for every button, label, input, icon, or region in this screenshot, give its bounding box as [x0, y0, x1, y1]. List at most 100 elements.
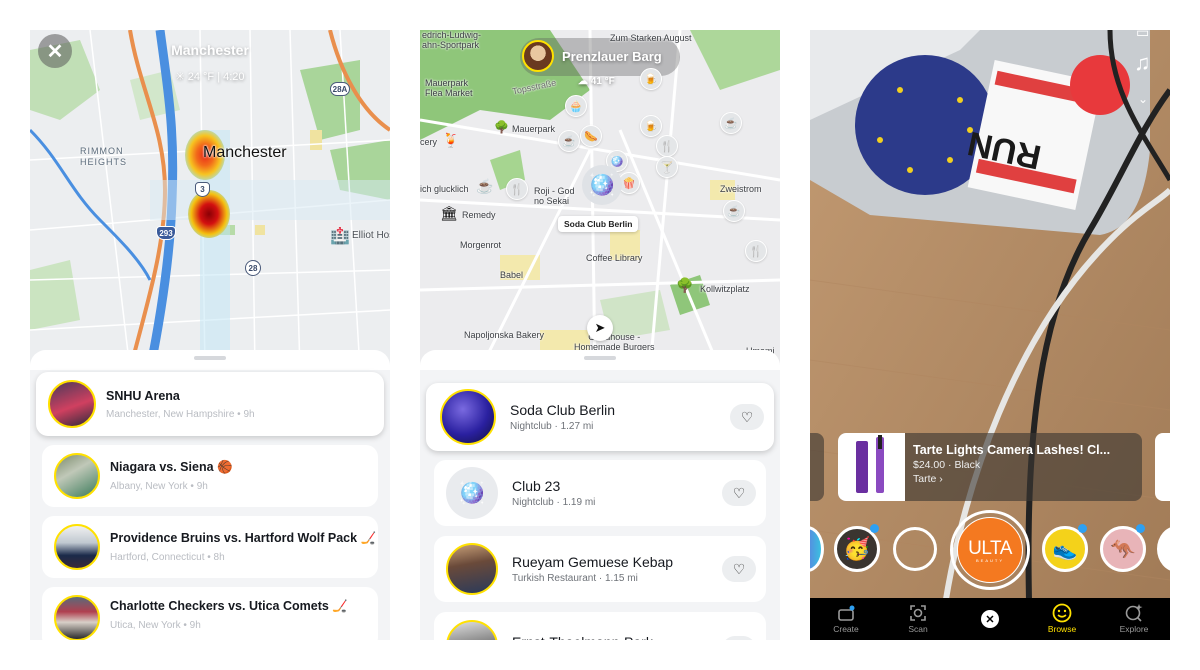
- camera-flip-icon[interactable]: ▭: [1136, 30, 1149, 41]
- selected-place-label[interactable]: Soda Club Berlin: [558, 216, 639, 232]
- favorite-button[interactable]: ♡: [730, 404, 764, 430]
- product-card-prev[interactable]: [810, 433, 824, 501]
- route-shield-3: 3: [195, 182, 210, 197]
- beer-poi-icon[interactable]: 🍺: [640, 68, 662, 90]
- results-sheet: SNHU Arena Manchester, New Hampshire • 9…: [30, 350, 390, 640]
- notification-dot: [870, 524, 879, 533]
- coffee-poi-icon[interactable]: ☕: [558, 130, 580, 152]
- product-brand-link[interactable]: Tarte ›: [913, 473, 1110, 485]
- map-view[interactable]: Prenzlauer Barg ☁ 41 °F edrich-Ludwig- a…: [420, 30, 780, 370]
- tab-browse[interactable]: Browse: [1026, 598, 1098, 640]
- heatmap-hotspot: [188, 190, 230, 238]
- route-shield-293: 293: [156, 226, 176, 240]
- product-title: Tarte Lights Camera Lashes! Cl...: [913, 443, 1111, 457]
- ulta-logo: ULTA: [968, 537, 1012, 559]
- heart-icon: ♡: [732, 484, 746, 501]
- cloud-icon: ☁: [578, 76, 588, 87]
- list-item[interactable]: SNHU Arena Manchester, New Hampshire • 9…: [36, 372, 384, 436]
- place-thumbnail: [446, 543, 498, 595]
- chevron-down-icon[interactable]: ⌄: [1138, 92, 1148, 106]
- restaurant-poi-icon[interactable]: 🍴: [506, 178, 528, 200]
- map-label: Coffee Library: [586, 253, 643, 263]
- story-thumbnail: [54, 524, 100, 570]
- place-thumbnail: 🪩: [446, 467, 498, 519]
- coffee-poi-icon[interactable]: ☕: [723, 200, 745, 222]
- tab-create[interactable]: Create: [810, 598, 882, 640]
- cocktail-poi-icon[interactable]: 🍸: [656, 156, 678, 178]
- list-item[interactable]: 🪩 Club 23 Nightclub · 1.19 mi ♡: [434, 460, 766, 526]
- tab-scan[interactable]: Scan: [882, 598, 954, 640]
- product-card[interactable]: Tarte Lights Camera Lashes! Cl... $24.00…: [838, 433, 1142, 501]
- story-thumbnail: [54, 453, 100, 499]
- list-item-title: Niagara vs. Siena 🏀: [110, 460, 233, 474]
- sheet-grabber[interactable]: [584, 356, 616, 360]
- selected-lens-capture-button[interactable]: ULTA BEAUTY: [950, 510, 1030, 590]
- heart-icon: ♡: [732, 560, 746, 577]
- map-label: Grindhouse - Homemade Burgers: [574, 332, 655, 352]
- snowflake-icon: ✳: [175, 71, 185, 83]
- list-item-title: SNHU Arena: [106, 388, 180, 403]
- results-sheet: Soda Club Berlin Nightclub · 1.27 mi ♡ 🪩…: [420, 350, 780, 640]
- cupcake-poi-icon[interactable]: 🧁: [565, 95, 587, 117]
- create-icon: [837, 604, 855, 622]
- favorite-button[interactable]: ♡: [722, 556, 756, 582]
- coffee-poi-icon[interactable]: ☕: [720, 112, 742, 134]
- list-item-title: Ernst-Thaelmann-Park: [512, 634, 722, 640]
- coffee-icon: ☕: [476, 178, 494, 194]
- product-card-next[interactable]: [1155, 433, 1170, 501]
- restaurant-poi-icon[interactable]: 🍴: [656, 135, 678, 157]
- map-label: edrich-Ludwig- ahn-Sportpark: [422, 30, 482, 50]
- manchester-map-screen: RIMMON HEIGHTS Manchester Elliot Hos 🏥 3…: [30, 30, 390, 640]
- bottom-tab-bar: Create Scan ✕ Browse Explore: [810, 598, 1170, 640]
- smiley-icon: [1052, 603, 1072, 623]
- favorite-button[interactable]: ♡: [722, 636, 756, 640]
- list-item-title: Providence Bruins vs. Hartford Wolf Pack…: [110, 531, 377, 545]
- restaurant-poi-icon[interactable]: 🍴: [745, 240, 767, 262]
- list-item-subtitle: Nightclub · 1.27 mi: [510, 421, 594, 432]
- place-thumbnail: [446, 620, 498, 640]
- list-item[interactable]: Charlotte Checkers vs. Utica Comets 🏒 Ut…: [42, 587, 378, 640]
- tab-close-lens[interactable]: ✕: [954, 598, 1026, 640]
- lens-item-empty[interactable]: [893, 527, 937, 571]
- map-view[interactable]: RIMMON HEIGHTS Manchester Elliot Hos 🏥 3…: [30, 30, 390, 370]
- list-item-subtitle: Utica, New York • 9h: [110, 620, 201, 631]
- beer-poi-icon[interactable]: 🍺: [640, 115, 662, 137]
- notification-dot: [1136, 524, 1145, 533]
- list-item[interactable]: Soda Club Berlin Nightclub · 1.27 mi ♡: [426, 383, 774, 451]
- list-item-subtitle: Nightclub · 1.19 mi: [512, 497, 596, 508]
- map-label: Babel: [500, 270, 524, 280]
- camera-screen: RUN ▭ ♫ ⌄ Tarte Lights Camera Lashes! Cl…: [810, 30, 1170, 640]
- place-thumbnail: [440, 389, 496, 445]
- map-label: Zum Starken August: [610, 33, 692, 43]
- tree-icon: 🌳: [494, 120, 509, 134]
- selected-place-pin[interactable]: 🪩: [582, 165, 622, 205]
- basketball-icon: 🏀: [217, 460, 233, 474]
- map-label: cery: [420, 137, 438, 147]
- route-shield-28: 28: [245, 260, 261, 276]
- favorite-button[interactable]: ♡: [722, 480, 756, 506]
- sheet-grabber[interactable]: [194, 356, 226, 360]
- list-item[interactable]: Ernst-Thaelmann-Park ♡: [434, 612, 766, 640]
- map-label: Roji - God no Sekai: [534, 186, 575, 206]
- map-label-rimmon-heights: RIMMON HEIGHTS: [80, 146, 128, 167]
- locate-me-button[interactable]: ➤: [587, 315, 613, 341]
- hotdog-poi-icon[interactable]: 🌭: [580, 125, 602, 147]
- camera-viewfinder[interactable]: RUN ▭ ♫ ⌄ Tarte Lights Camera Lashes! Cl…: [810, 30, 1170, 640]
- list-item[interactable]: Niagara vs. Siena 🏀 Albany, New York • 9…: [42, 445, 378, 507]
- product-image: [838, 433, 905, 501]
- map-label: ich glucklich: [420, 184, 469, 194]
- music-icon[interactable]: ♫: [1134, 50, 1151, 76]
- list-item[interactable]: Rueyam Gemuese Kebap Turkish Restaurant …: [434, 536, 766, 602]
- list-item-title: Soda Club Berlin: [510, 402, 616, 418]
- tab-explore[interactable]: Explore: [1098, 598, 1170, 640]
- friend-avatar[interactable]: [522, 40, 554, 72]
- map-label: Kollwitzplatz: [700, 284, 750, 294]
- map-label: Mauerpark: [512, 124, 556, 134]
- list-item[interactable]: Providence Bruins vs. Hartford Wolf Pack…: [42, 516, 378, 578]
- hockey-icon: 🏒: [332, 599, 348, 613]
- close-icon: ✕: [981, 610, 999, 628]
- map-label: Mauerpark Flea Market: [425, 78, 473, 98]
- list-item-subtitle: Turkish Restaurant · 1.15 mi: [512, 573, 638, 584]
- list-item-title: Charlotte Checkers vs. Utica Comets 🏒: [110, 599, 348, 613]
- list-item-title: Rueyam Gemuese Kebap: [512, 554, 674, 570]
